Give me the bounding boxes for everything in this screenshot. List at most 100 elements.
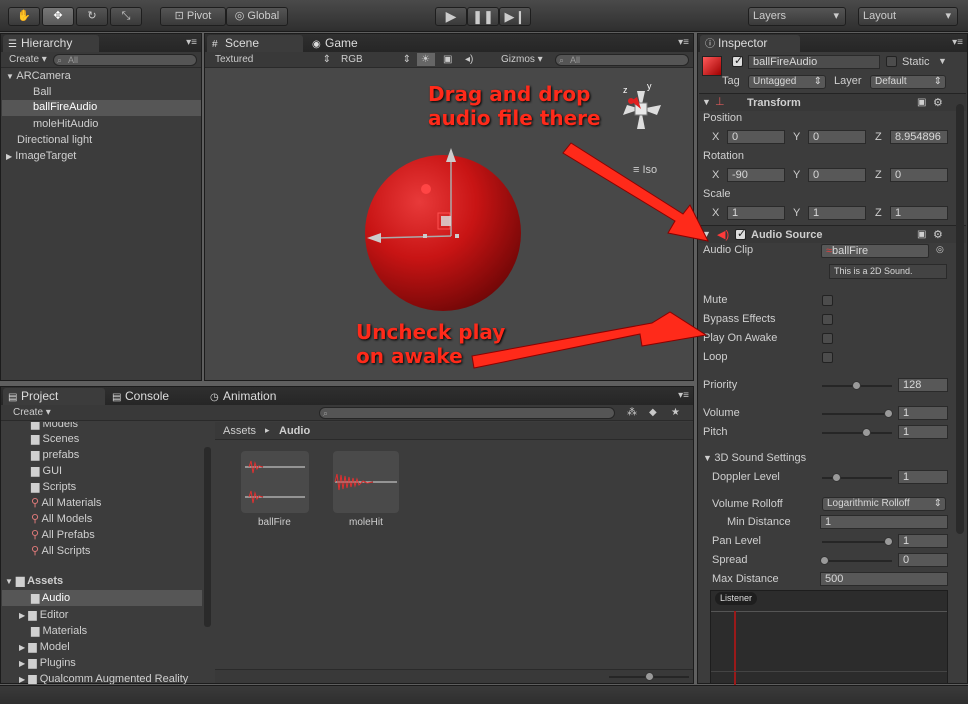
filter-label-icon[interactable]: ◆: [649, 407, 657, 418]
folder-editor[interactable]: ▶ ▆ Editor: [19, 608, 68, 621]
layers-dropdown[interactable]: Layers ▾: [748, 7, 846, 26]
tab-scene[interactable]: # Scene: [207, 35, 303, 52]
play-button[interactable]: ▶: [435, 7, 467, 26]
hierarchy-search-input[interactable]: ⌕ All: [53, 54, 197, 66]
rotation-x-field[interactable]: -90: [727, 168, 785, 182]
breadcrumb-audio[interactable]: Audio: [279, 425, 310, 437]
filter-all-models[interactable]: ⚲ All Models: [31, 512, 92, 525]
position-y-field[interactable]: 0: [808, 130, 866, 144]
layer-dropdown[interactable]: Default ⇕: [870, 75, 946, 89]
priority-field[interactable]: 128: [898, 378, 948, 392]
slider-knob[interactable]: [884, 409, 893, 418]
panel-menu-icon[interactable]: ▾≡: [678, 390, 689, 401]
reference-icon[interactable]: ▣: [917, 229, 926, 240]
audio-clip-field[interactable]: ≈ballFire: [821, 244, 929, 258]
image-toggle[interactable]: ▣: [439, 53, 457, 66]
tab-console[interactable]: ▤ Console: [107, 388, 203, 405]
asset-ballfire-label[interactable]: ballFire: [258, 517, 291, 528]
step-button[interactable]: ▶❙: [499, 7, 531, 26]
move-gizmo[interactable]: [355, 144, 485, 264]
reference-icon[interactable]: ▣: [917, 97, 926, 108]
pitch-slider[interactable]: [822, 428, 892, 437]
audio-source-enabled-checkbox[interactable]: ✓: [735, 228, 746, 240]
scene-search-input[interactable]: ⌕ All: [555, 54, 689, 66]
asset-molehit-label[interactable]: moleHit: [349, 517, 383, 528]
tab-hierarchy[interactable]: ☰ Hierarchy: [3, 35, 99, 52]
tab-game[interactable]: ◉ Game: [307, 35, 397, 52]
tree-item-arcamera[interactable]: ▼ ARCamera: [6, 70, 71, 82]
global-toggle[interactable]: ◎ Global: [226, 7, 288, 26]
pivot-toggle[interactable]: ⊡ Pivot: [160, 7, 226, 26]
pitch-field[interactable]: 1: [898, 425, 948, 439]
pan-level-field[interactable]: 1: [898, 534, 948, 548]
hand-tool-button[interactable]: ✋: [8, 7, 40, 26]
move-tool-button[interactable]: ✥: [42, 7, 74, 26]
draw-mode-dropdown[interactable]: Textured ⇕: [211, 53, 335, 66]
panel-menu-icon[interactable]: ▾≡: [952, 37, 963, 48]
folder-scrollbar[interactable]: [204, 447, 211, 627]
tree-item-molehitaudio[interactable]: moleHitAudio: [33, 118, 98, 130]
folder-qualcomm[interactable]: ▶ ▆ Qualcomm Augmented Reality: [19, 672, 188, 684]
thumbnail-size-slider[interactable]: [609, 672, 689, 681]
transform-header[interactable]: ▼ ⊥ Transform ▣ ⚙: [699, 93, 966, 111]
slider-knob[interactable]: [832, 473, 841, 482]
rolloff-graph[interactable]: Listener: [710, 590, 948, 685]
tree-item-ball[interactable]: Ball: [33, 86, 51, 98]
volume-field[interactable]: 1: [898, 406, 948, 420]
rotation-y-field[interactable]: 0: [808, 168, 866, 182]
layout-dropdown[interactable]: Layout ▾: [858, 7, 958, 26]
gear-icon[interactable]: ⚙: [933, 228, 943, 241]
gizmos-dropdown[interactable]: Gizmos ▾: [497, 53, 547, 66]
sound3d-foldout[interactable]: ▼ 3D Sound Settings: [703, 452, 806, 464]
doppler-field[interactable]: 1: [898, 470, 948, 484]
scale-y-field[interactable]: 1: [808, 206, 866, 220]
asset-molehit-thumb[interactable]: [333, 451, 399, 513]
tree-item-directional-light[interactable]: Directional light: [17, 134, 92, 146]
folder-gui[interactable]: ▆ GUI: [31, 464, 62, 477]
tab-project[interactable]: ▤ Project: [3, 388, 105, 405]
mute-checkbox[interactable]: [822, 295, 833, 306]
folder-plugins[interactable]: ▶ ▆ Plugins: [19, 656, 76, 669]
slider-knob[interactable]: [645, 672, 654, 681]
filter-all-scripts[interactable]: ⚲ All Scripts: [31, 544, 90, 557]
spread-field[interactable]: 0: [898, 553, 948, 567]
folder-scenes[interactable]: ▆ Scenes: [31, 432, 79, 445]
pan-level-slider[interactable]: [822, 537, 893, 546]
folder-prefabs[interactable]: ▆ prefabs: [31, 448, 79, 461]
folder-scripts[interactable]: ▆ Scripts: [31, 480, 76, 493]
iso-label[interactable]: ≡ Iso: [633, 164, 657, 176]
rotate-tool-button[interactable]: ↻: [76, 7, 108, 26]
play-on-awake-checkbox[interactable]: [822, 333, 833, 344]
loop-checkbox[interactable]: [822, 352, 833, 363]
scale-x-field[interactable]: 1: [727, 206, 785, 220]
scale-tool-button[interactable]: ⤡: [110, 7, 142, 26]
folder-materials[interactable]: ▆ Materials: [31, 624, 87, 637]
folder-model[interactable]: ▶ ▆ Model: [19, 640, 70, 653]
rotation-z-field[interactable]: 0: [890, 168, 948, 182]
position-x-field[interactable]: 0: [727, 130, 785, 144]
slider-knob[interactable]: [862, 428, 871, 437]
gear-icon[interactable]: ⚙: [933, 96, 943, 109]
tab-inspector[interactable]: ⓘ Inspector: [700, 35, 800, 52]
filter-all-prefabs[interactable]: ⚲ All Prefabs: [31, 528, 95, 541]
create-dropdown[interactable]: Create ▾: [5, 53, 55, 66]
tag-dropdown[interactable]: Untagged ⇕: [748, 75, 826, 89]
slider-knob[interactable]: [884, 537, 893, 546]
lighting-toggle[interactable]: ☀: [417, 53, 435, 66]
folder-assets[interactable]: ▼ ▆ Assets: [5, 574, 63, 587]
tab-animation[interactable]: ◷ Animation: [205, 388, 305, 405]
static-dropdown-arrow-icon[interactable]: ▼: [938, 56, 947, 66]
folder-audio[interactable]: ▆ Audio: [2, 590, 202, 606]
breadcrumb-assets[interactable]: Assets: [223, 425, 256, 437]
min-distance-field[interactable]: 1: [820, 515, 948, 529]
object-name-input[interactable]: ballFireAudio: [748, 55, 880, 69]
static-checkbox[interactable]: [886, 56, 897, 67]
render-mode-dropdown[interactable]: RGB ⇕: [337, 53, 415, 66]
object-picker-icon[interactable]: ◎: [936, 244, 944, 255]
filter-all-materials[interactable]: ⚲ All Materials: [31, 496, 101, 509]
active-checkbox[interactable]: ✓: [732, 55, 743, 67]
spread-slider[interactable]: [820, 556, 892, 565]
inspector-scrollbar[interactable]: [956, 104, 964, 534]
pause-button[interactable]: ❚❚: [467, 7, 499, 26]
scale-z-field[interactable]: 1: [890, 206, 948, 220]
